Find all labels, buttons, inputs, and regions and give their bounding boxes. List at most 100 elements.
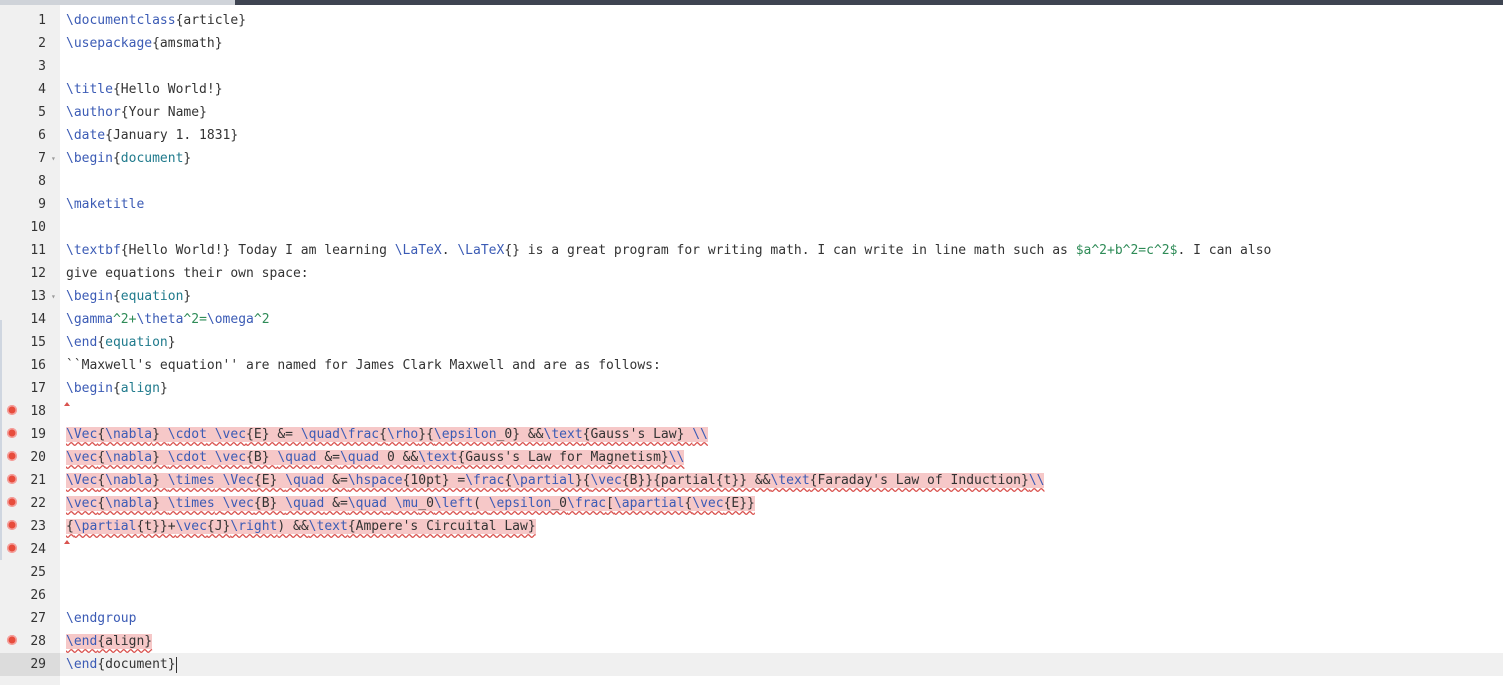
code-line[interactable]: 23{\partial{t}}+\vec{J}\right) &&\text{A… (0, 515, 1503, 538)
code-token: \\ (669, 450, 685, 465)
code-text[interactable] (60, 55, 1503, 78)
code-text[interactable]: \usepackage{amsmath} (60, 32, 1503, 55)
code-text[interactable]: \Vec{\nabla} \cdot \vec{E} &= \quad\frac… (60, 423, 1503, 446)
code-text[interactable] (60, 538, 1503, 561)
code-text[interactable]: \vec{\nabla} \cdot \vec{B} \quad &=\quad… (60, 446, 1503, 469)
code-token: { (113, 381, 121, 396)
error-marker-icon[interactable] (7, 520, 17, 530)
error-marker-icon[interactable] (7, 474, 17, 484)
code-line[interactable]: 19\Vec{\nabla} \cdot \vec{E} &= \quad\fr… (0, 423, 1503, 446)
code-line[interactable]: 9\maketitle (0, 193, 1503, 216)
gutter-cell: 7▾ (0, 147, 60, 170)
code-line[interactable]: 28\end{align} (0, 630, 1503, 653)
error-marker-icon[interactable] (7, 543, 17, 553)
code-line[interactable]: 21\Vec{\nabla} \times \Vec{E} \quad &=\h… (0, 469, 1503, 492)
code-line[interactable]: 3 (0, 55, 1503, 78)
code-text[interactable]: \title{Hello World!} (60, 78, 1503, 101)
gutter-cell: 9 (0, 193, 60, 216)
code-token: { (379, 427, 387, 442)
code-text[interactable]: \textbf{Hello World!} Today I am learnin… (60, 239, 1503, 262)
code-token: {J} (207, 519, 230, 534)
code-line[interactable]: 5\author{Your Name} (0, 101, 1503, 124)
error-marker-icon[interactable] (7, 405, 17, 415)
code-line[interactable]: 18 (0, 400, 1503, 423)
gutter-cell: 19 (0, 423, 60, 446)
code-text[interactable]: give equations their own space: (60, 262, 1503, 285)
code-line[interactable]: 7▾\begin{document} (0, 147, 1503, 170)
fold-arrow-icon[interactable]: ▾ (51, 285, 56, 308)
code-text[interactable]: \author{Your Name} (60, 101, 1503, 124)
code-line[interactable]: 22 \vec{\nabla} \times \vec{B} \quad &=\q… (0, 492, 1503, 515)
code-text[interactable]: \gamma^2+\theta^2=\omega^2 (60, 308, 1503, 331)
code-text[interactable]: ``Maxwell's equation'' are named for Jam… (60, 354, 1503, 377)
code-line[interactable]: 13▾\begin{equation} (0, 285, 1503, 308)
code-line[interactable]: 1\documentclass{article} (0, 9, 1503, 32)
code-line[interactable]: 26 (0, 584, 1503, 607)
gutter-cell: 25 (0, 561, 60, 584)
code-token: \quad (285, 473, 324, 488)
line-number: 17 (30, 377, 46, 400)
code-text[interactable]: \begin{document} (60, 147, 1503, 170)
error-marker-icon[interactable] (7, 497, 17, 507)
code-text[interactable] (60, 561, 1503, 584)
code-line[interactable]: 29\end{document} (0, 653, 1503, 676)
code-token: {10pt} = (403, 473, 466, 488)
code-text[interactable]: \end{align} (60, 630, 1503, 653)
code-line[interactable]: 16``Maxwell's equation'' are named for J… (0, 354, 1503, 377)
code-text[interactable]: \vec{\nabla} \times \vec{B} \quad &=\qua… (60, 492, 1503, 515)
code-line[interactable]: 4\title{Hello World!} (0, 78, 1503, 101)
code-text[interactable]: \end{equation} (60, 331, 1503, 354)
code-token: } (168, 335, 176, 350)
code-text[interactable] (60, 216, 1503, 239)
code-line[interactable]: 24 (0, 538, 1503, 561)
code-line[interactable]: 11\textbf{Hello World!} Today I am learn… (0, 239, 1503, 262)
code-token: {Gauss's Law for Magnetism} (457, 450, 668, 465)
code-token: \usepackage (66, 36, 152, 51)
code-token: \frac (465, 473, 504, 488)
error-marker-icon[interactable] (7, 451, 17, 461)
code-text[interactable]: {\partial{t}}+\vec{J}\right) &&\text{Amp… (60, 515, 1503, 538)
code-token: \apartial (614, 496, 684, 511)
code-line[interactable]: 6\date{January 1. 1831} (0, 124, 1503, 147)
code-text[interactable] (60, 170, 1503, 193)
fold-arrow-icon[interactable]: ▾ (51, 147, 56, 170)
code-text[interactable]: \Vec{\nabla} \times \Vec{E} \quad &=\hsp… (60, 469, 1503, 492)
code-token: \vec (590, 473, 621, 488)
code-line[interactable]: 15\end{equation} (0, 331, 1503, 354)
error-marker-icon[interactable] (7, 428, 17, 438)
code-line[interactable]: 17 \begin{align} (0, 377, 1503, 400)
line-number: 22 (30, 492, 46, 515)
code-text[interactable]: \date{January 1. 1831} (60, 124, 1503, 147)
code-token: \cdot (168, 427, 207, 442)
code-line[interactable]: 2\usepackage{amsmath} (0, 32, 1503, 55)
code-text[interactable]: \begin{equation} (60, 285, 1503, 308)
code-token: &= (324, 473, 347, 488)
code-token: \quad (340, 450, 379, 465)
code-token: {B}}{partial{t}} && (622, 473, 771, 488)
code-text[interactable]: \endgroup (60, 607, 1503, 630)
code-line[interactable]: 27\endgroup (0, 607, 1503, 630)
code-line[interactable]: 20\vec{\nabla} \cdot \vec{B} \quad &=\qu… (0, 446, 1503, 469)
code-text[interactable]: \begin{align} (60, 377, 1503, 400)
code-text[interactable] (60, 584, 1503, 607)
code-token: {Your Name} (121, 105, 207, 120)
code-token: . (442, 243, 458, 258)
code-line[interactable]: 14\gamma^2+\theta^2=\omega^2 (0, 308, 1503, 331)
code-token: {Hello World!} (113, 82, 223, 97)
gutter-cell: 5 (0, 101, 60, 124)
code-token: \nabla (105, 473, 152, 488)
code-token: ( (473, 496, 489, 511)
code-text[interactable]: \end{document} (60, 653, 1503, 676)
code-line[interactable]: 25 (0, 561, 1503, 584)
gutter-cell: 23 (0, 515, 60, 538)
code-token: \epsilon (434, 427, 497, 442)
code-line[interactable]: 10 (0, 216, 1503, 239)
code-text[interactable]: \documentclass{article} (60, 9, 1503, 32)
code-token: \author (66, 105, 121, 120)
code-text[interactable] (60, 400, 1503, 423)
error-marker-icon[interactable] (7, 635, 17, 645)
code-text[interactable]: \maketitle (60, 193, 1503, 216)
code-token: equation (121, 289, 184, 304)
code-line[interactable]: 8 (0, 170, 1503, 193)
code-line[interactable]: 12give equations their own space: (0, 262, 1503, 285)
